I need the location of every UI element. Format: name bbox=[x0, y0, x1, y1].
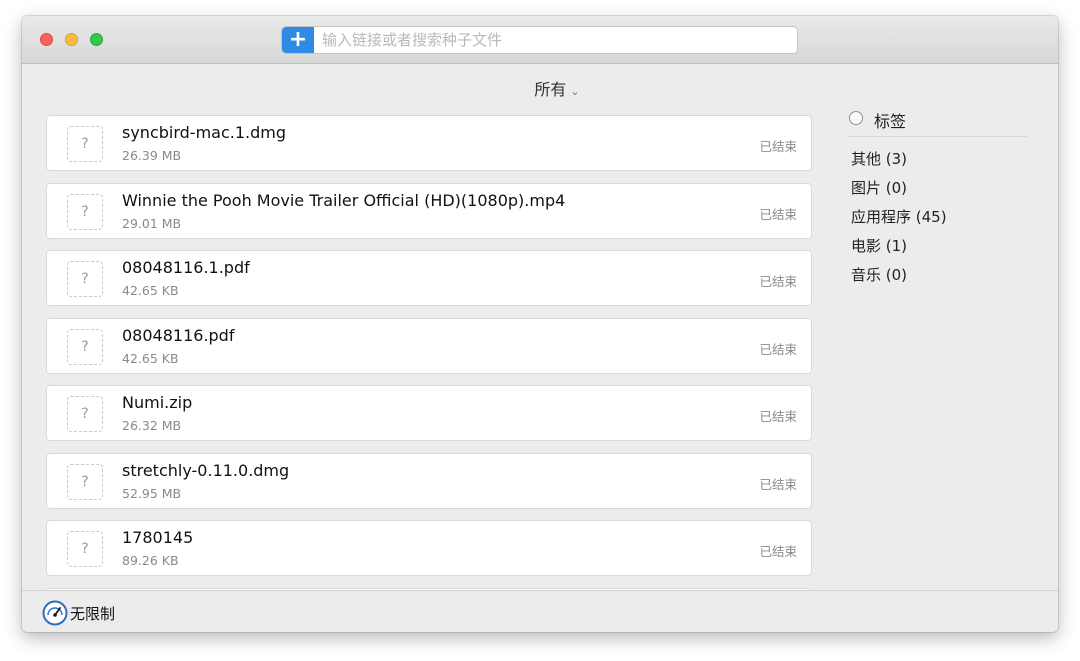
file-size: 26.32 MB bbox=[122, 418, 182, 433]
unknown-file-icon: ? bbox=[67, 463, 103, 500]
search-bar: + bbox=[281, 26, 798, 54]
add-download-button[interactable]: + bbox=[282, 27, 314, 53]
file-name: Winnie the Pooh Movie Trailer Official (… bbox=[122, 190, 566, 210]
download-status: 已结束 bbox=[759, 274, 797, 289]
footer-divider bbox=[22, 590, 1058, 591]
file-name: 08048116.1.pdf bbox=[122, 258, 250, 277]
download-item[interactable]: ? syncbird-mac.1.dmg 26.39 MB 已结束 bbox=[46, 115, 812, 171]
download-list[interactable]: ? syncbird-mac.1.dmg 26.39 MB 已结束 ? Winn… bbox=[46, 115, 812, 588]
file-size: 26.39 MB bbox=[122, 148, 182, 163]
unknown-file-icon: ? bbox=[67, 396, 103, 432]
download-status: 已结束 bbox=[759, 476, 797, 492]
file-size: 52.95 MB bbox=[122, 485, 182, 501]
close-window-button[interactable] bbox=[40, 33, 53, 46]
category-list: 其他 (3) 图片 (0) 应用程序 (45) 电影 (1) 音乐 (0) bbox=[849, 147, 1027, 292]
download-item[interactable]: ? 08048116.1.pdf 42.65 KB 已结束 bbox=[46, 250, 812, 306]
file-name: 1780145 bbox=[122, 528, 194, 547]
download-item[interactable]: ? stretchly-0.11.0.dmg 52.95 MB 已结束 bbox=[46, 452, 812, 509]
file-name: 08048116.pdf bbox=[122, 325, 235, 345]
file-name: syncbird-mac.1.dmg bbox=[122, 123, 287, 142]
download-status: 已结束 bbox=[759, 206, 797, 222]
category-applications[interactable]: 应用程序 (45) bbox=[849, 205, 1027, 234]
category-images[interactable]: 图片 (0) bbox=[849, 176, 1027, 205]
file-size: 42.65 KB bbox=[122, 283, 179, 298]
file-size: 89.26 KB bbox=[122, 553, 179, 568]
unknown-file-icon: ? bbox=[67, 328, 103, 365]
unknown-file-icon: ? bbox=[67, 531, 103, 567]
maximize-window-button[interactable] bbox=[90, 33, 103, 46]
download-status: 已结束 bbox=[759, 341, 797, 357]
file-name: Numi.zip bbox=[122, 393, 193, 412]
download-status: 已结束 bbox=[759, 139, 797, 154]
category-other[interactable]: 其他 (3) bbox=[849, 147, 1027, 176]
unknown-file-icon: ? bbox=[67, 126, 103, 162]
file-name: stretchly-0.11.0.dmg bbox=[122, 460, 290, 480]
download-item[interactable]: ? 1780145 89.26 KB 已结束 bbox=[46, 520, 812, 576]
download-item[interactable]: ? 08048116.pdf 42.65 KB 已结束 bbox=[46, 317, 812, 374]
download-status: 已结束 bbox=[759, 409, 797, 424]
title-bar[interactable]: + bbox=[22, 16, 1058, 64]
file-size: 42.65 KB bbox=[122, 350, 179, 366]
download-item[interactable]: ? Numi.zip 26.32 MB 已结束 bbox=[46, 385, 812, 441]
download-item[interactable]: ? Winnie the Pooh Movie Trailer Official… bbox=[46, 182, 812, 239]
unknown-file-icon: ? bbox=[67, 261, 103, 297]
speed-limit-label: 无限制 bbox=[70, 605, 116, 623]
file-size: 29.01 MB bbox=[122, 215, 182, 231]
unknown-file-icon: ? bbox=[67, 193, 103, 230]
tag-title: 标签 bbox=[874, 112, 907, 131]
filter-label: 所有 bbox=[534, 80, 567, 99]
chevron-down-icon: ⌄ bbox=[570, 85, 580, 98]
search-input[interactable] bbox=[322, 27, 782, 53]
tag-header[interactable]: 标签 bbox=[849, 106, 1027, 137]
filter-dropdown[interactable]: 所有 ⌄ bbox=[512, 76, 602, 100]
minimize-window-button[interactable] bbox=[65, 33, 78, 46]
app-window: + 所有⌄ ? syncbird-mac.1.dmg 26.39 MB 已结束 … bbox=[22, 16, 1058, 632]
category-music[interactable]: 音乐 (0) bbox=[849, 263, 1027, 292]
radio-icon[interactable] bbox=[849, 111, 863, 125]
speedometer-icon[interactable] bbox=[42, 600, 68, 626]
download-status: 已结束 bbox=[759, 544, 797, 559]
category-movies[interactable]: 电影 (1) bbox=[849, 234, 1027, 263]
tag-sidebar: 标签 其他 (3) 图片 (0) 应用程序 (45) 电影 (1) 音乐 (0) bbox=[849, 106, 1027, 292]
